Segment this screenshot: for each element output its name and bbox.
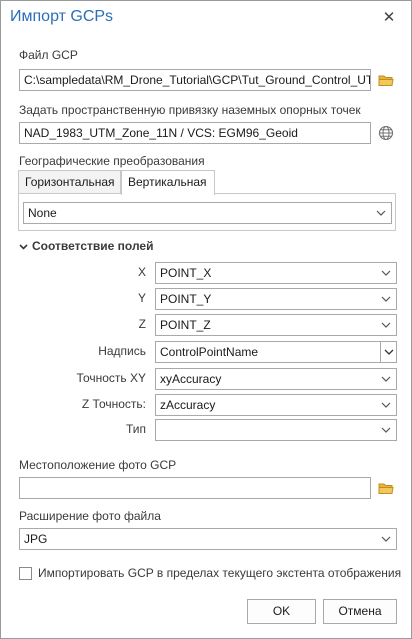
geo-transform-select[interactable]: None — [23, 202, 392, 224]
field-label-label: Надпись — [98, 344, 146, 358]
gcp-file-value: C:\sampledata\RM_Drone_Tutorial\GCP\Tut_… — [24, 73, 370, 87]
field-value-x: POINT_X — [160, 266, 212, 280]
field-label-z: Z — [138, 317, 146, 331]
geo-transform-label: Географические преобразования — [19, 154, 205, 168]
spatial-ref-input[interactable]: NAD_1983_UTM_Zone_11N / VCS: EGM96_Geoid — [19, 122, 371, 144]
field-select-x[interactable]: POINT_X — [155, 262, 397, 284]
folder-icon[interactable] — [376, 70, 396, 90]
field-label-z-accuracy: Z Точность: — [81, 397, 146, 411]
field-mapping-title: Соответствие полей — [32, 239, 154, 253]
tab-vertical[interactable]: Вертикальная — [121, 170, 215, 195]
tab-horizontal[interactable]: Горизонтальная — [18, 170, 121, 194]
field-select-xy-accuracy[interactable]: xyAccuracy — [155, 368, 397, 390]
chevron-down-icon — [380, 342, 396, 362]
photo-ext-select[interactable]: JPG — [19, 528, 397, 550]
spatial-ref-value: NAD_1983_UTM_Zone_11N / VCS: EGM96_Geoid — [24, 126, 298, 140]
field-label-x: X — [137, 265, 146, 279]
field-value-xy-accuracy: xyAccuracy — [160, 372, 222, 386]
ok-button[interactable]: OK — [247, 599, 316, 624]
geo-transform-value: None — [28, 206, 57, 220]
field-mapping-header[interactable]: Соответствие полей — [19, 239, 153, 253]
field-select-type[interactable] — [155, 419, 397, 441]
gcp-file-input[interactable]: C:\sampledata\RM_Drone_Tutorial\GCP\Tut_… — [19, 69, 371, 91]
field-label-y: Y — [137, 291, 146, 305]
import-gcps-dialog: Импорт GCPs ✕ Файл GCP C:\sampledata\RM_… — [0, 0, 412, 639]
chevron-down-icon — [379, 315, 393, 335]
photo-location-label: Местоположение фото GCP — [19, 458, 177, 472]
close-icon[interactable]: ✕ — [379, 8, 399, 28]
field-value-z: POINT_Z — [160, 318, 211, 332]
chevron-down-icon — [379, 369, 393, 389]
chevron-down-icon — [374, 203, 388, 223]
field-label-type: Тип — [125, 422, 146, 436]
import-extent-label: Импортировать GCP в пределах текущего эк… — [38, 566, 402, 580]
chevron-down-icon — [379, 420, 393, 440]
field-value-y: POINT_Y — [160, 292, 212, 306]
field-label-xy-accuracy: Точность XY — [76, 371, 146, 385]
field-select-z[interactable]: POINT_Z — [155, 314, 397, 336]
globe-icon[interactable] — [376, 123, 396, 143]
folder-icon[interactable] — [376, 478, 396, 498]
chevron-down-icon — [379, 529, 393, 549]
field-value-label: ControlPointName — [160, 345, 259, 359]
photo-location-input[interactable] — [19, 477, 371, 499]
chevron-down-icon — [19, 239, 28, 253]
photo-ext-label: Расширение фото файла — [19, 509, 161, 523]
field-select-z-accuracy[interactable]: zAccuracy — [155, 394, 397, 416]
spatial-ref-label: Задать пространственную привязку наземны… — [19, 103, 361, 117]
dialog-title: Импорт GCPs — [10, 8, 114, 25]
chevron-down-icon — [379, 395, 393, 415]
field-select-label[interactable]: ControlPointName — [155, 341, 397, 363]
chevron-down-icon — [379, 263, 393, 283]
import-extent-checkbox[interactable] — [19, 567, 32, 580]
chevron-down-icon — [379, 289, 393, 309]
field-value-z-accuracy: zAccuracy — [160, 398, 216, 412]
photo-ext-value: JPG — [24, 532, 48, 546]
field-select-y[interactable]: POINT_Y — [155, 288, 397, 310]
cancel-button[interactable]: Отмена — [323, 599, 397, 624]
gcp-file-label: Файл GCP — [19, 48, 78, 62]
